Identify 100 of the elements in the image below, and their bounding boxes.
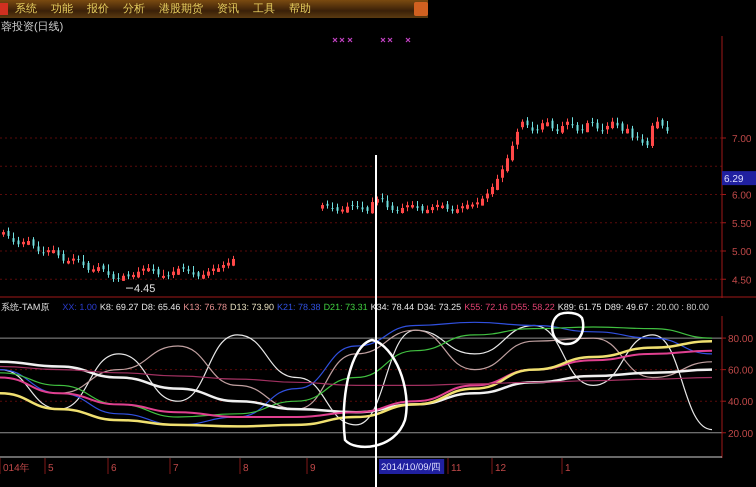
candlestick	[227, 258, 230, 269]
date-axis-label: 7	[173, 463, 179, 474]
candlestick	[332, 202, 334, 212]
candlestick	[202, 270, 205, 280]
indicator-value: D13: 73.90	[230, 301, 274, 314]
candlestick	[431, 204, 434, 214]
candlestick	[632, 125, 634, 141]
signal-marks-icon	[332, 37, 411, 43]
candlestick	[336, 203, 338, 214]
candlestick	[396, 206, 398, 214]
candlestick	[582, 124, 584, 134]
candlestick	[72, 254, 75, 265]
candlestick	[177, 265, 180, 276]
indicator-value: K21: 78.38	[277, 301, 321, 314]
indicator-axis-label: 40.00	[728, 397, 754, 408]
menu-item[interactable]: 系统	[8, 0, 44, 18]
indicator-value: D21: 73.31	[324, 301, 368, 314]
candlestick	[422, 204, 424, 214]
candlestick	[606, 122, 609, 134]
candlestick	[352, 200, 354, 210]
candlestick	[326, 200, 328, 210]
indicator-axis-label: 20.00	[728, 428, 754, 440]
candlestick	[102, 263, 104, 273]
candlestick	[52, 245, 55, 254]
candlestick	[382, 192, 384, 203]
candlestick	[662, 118, 664, 129]
indicator-value: XX: 1.00	[62, 301, 97, 314]
candlestick	[572, 116, 574, 129]
candlestick	[97, 262, 100, 274]
candlestick	[92, 264, 95, 274]
circle-annotation	[550, 312, 584, 346]
candlestick	[426, 204, 429, 214]
candlestick	[132, 272, 135, 280]
candlestick	[82, 254, 84, 268]
candlestick	[62, 250, 64, 264]
candlestick	[561, 121, 564, 134]
candlestick	[666, 120, 668, 134]
candlestick	[38, 240, 40, 255]
candlestick	[128, 270, 130, 280]
candlestick	[78, 254, 80, 264]
candlestick	[456, 204, 459, 214]
date-axis-label: 12	[495, 463, 506, 474]
date-axis-label: 9	[310, 463, 316, 474]
candlestick	[8, 227, 10, 240]
candlestick	[232, 255, 235, 267]
menu-item[interactable]: 分析	[116, 0, 152, 18]
candlestick	[27, 236, 30, 246]
candlestick	[622, 120, 624, 134]
candlestick	[541, 119, 544, 133]
candlestick	[392, 202, 394, 214]
candlestick	[12, 232, 14, 246]
menu-item[interactable]: 报价	[80, 0, 116, 18]
indicator-axis-label: 60.00	[728, 366, 754, 377]
candlestick	[158, 266, 160, 278]
candlestick	[122, 272, 125, 282]
menu-item[interactable]: 功能	[44, 0, 80, 18]
candlestick	[511, 141, 514, 162]
candlestick	[616, 117, 618, 129]
price-axis-label: 4.50	[732, 275, 752, 286]
candlestick	[18, 236, 20, 248]
app-logo-icon[interactable]	[0, 3, 8, 15]
candlestick	[182, 263, 184, 272]
candlestick	[346, 202, 349, 214]
candlestick	[168, 271, 170, 280]
menu-item[interactable]: 帮助	[282, 0, 318, 18]
candlestick	[152, 264, 154, 274]
candlestick	[341, 206, 344, 214]
candlestick	[602, 123, 604, 134]
candlestick	[67, 257, 70, 265]
candlestick	[586, 120, 589, 133]
candlestick	[137, 266, 140, 279]
candlestick	[491, 183, 494, 198]
candlestick	[546, 118, 549, 128]
candlestick	[207, 268, 210, 279]
candlestick	[521, 118, 524, 130]
menu-item[interactable]: 港股期货	[152, 0, 210, 18]
menu-item[interactable]: 工具	[246, 0, 282, 18]
indicator-value: D8: 65.46	[141, 301, 180, 314]
chart-title: 蓉投资(日线)	[0, 20, 64, 35]
candlestick	[516, 128, 519, 150]
candlestick	[217, 264, 220, 272]
candlestick	[532, 121, 534, 134]
date-axis-label: 014年	[3, 463, 30, 474]
candlestick	[476, 197, 479, 208]
candlestick	[376, 196, 379, 206]
candlestick	[321, 202, 324, 212]
candlestick	[496, 174, 499, 191]
candlestick	[112, 270, 114, 282]
indicator-value: K13: 76.78	[183, 301, 227, 314]
indicator-value: : 20.00 : 80.00	[651, 301, 709, 314]
candlestick	[452, 205, 454, 214]
price-axis-label: 6.00	[732, 190, 752, 202]
date-axis-label: 6	[111, 463, 117, 474]
window-control-icon[interactable]	[414, 2, 428, 16]
date-axis-label: 1	[565, 463, 571, 474]
candlestick	[198, 270, 200, 280]
candlestick	[556, 124, 558, 134]
menu-item[interactable]: 资讯	[210, 0, 246, 18]
candlestick	[2, 229, 5, 238]
date-axis-label: 8	[243, 463, 249, 474]
